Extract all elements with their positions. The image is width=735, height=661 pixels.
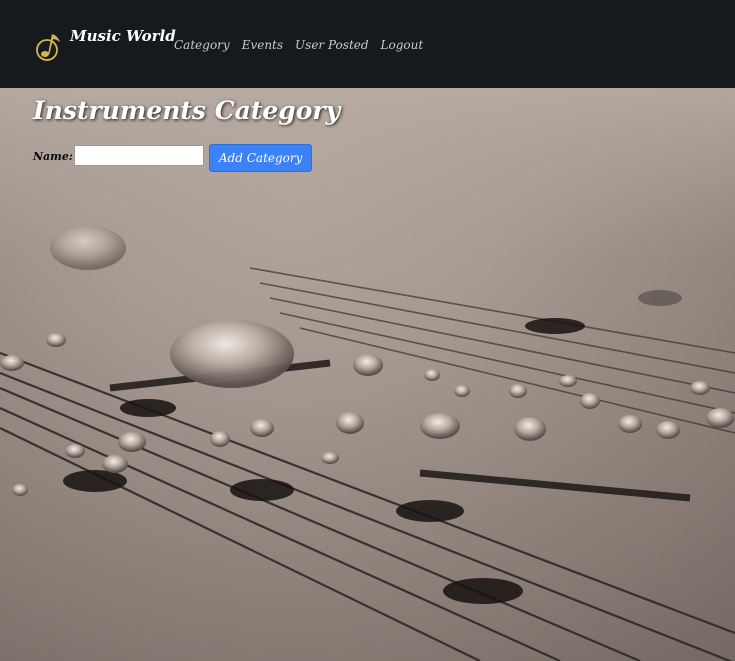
- page-title: Instruments Category: [33, 96, 341, 125]
- add-category-form: Name: Add Category: [33, 140, 313, 172]
- navbar: Music World Category Events User Posted …: [0, 0, 735, 88]
- sheet-music-background: Instruments Category Name: Add Category: [0, 88, 735, 661]
- nav-links: Category Events User Posted Logout: [174, 38, 423, 52]
- background-image: [0, 88, 735, 661]
- nav-link-category[interactable]: Category: [174, 38, 230, 52]
- nav-link-logout[interactable]: Logout: [381, 38, 424, 52]
- name-label: Name:: [33, 149, 73, 163]
- add-category-button[interactable]: Add Category: [208, 144, 313, 172]
- music-note-logo-icon[interactable]: [34, 28, 64, 64]
- name-input[interactable]: [73, 144, 204, 166]
- brand-name[interactable]: Music World: [70, 27, 176, 45]
- nav-link-events[interactable]: Events: [242, 38, 283, 52]
- nav-link-user-posted[interactable]: User Posted: [295, 38, 369, 52]
